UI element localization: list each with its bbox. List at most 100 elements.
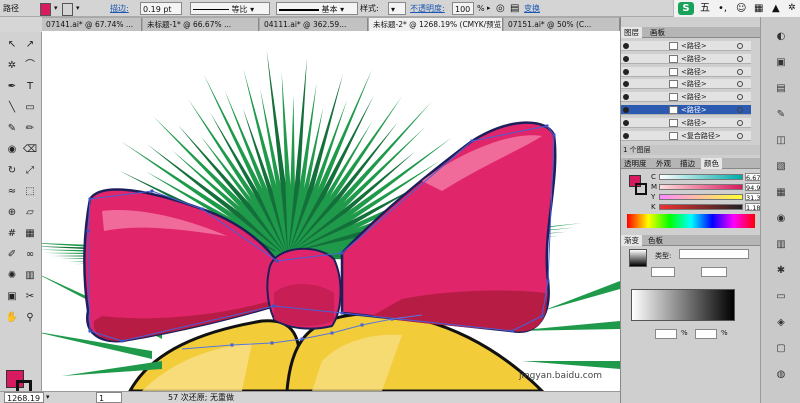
gradient-tool-icon[interactable]: ▦ bbox=[22, 227, 38, 241]
tab-document-5[interactable]: 07151.ai* @ 50% (C... bbox=[504, 18, 620, 31]
hand-tool-icon[interactable]: ✋ bbox=[4, 311, 20, 325]
anchor-point[interactable] bbox=[552, 133, 556, 137]
stroke-dropdown-icon[interactable]: ▾ bbox=[76, 2, 80, 15]
channel-slider[interactable] bbox=[659, 204, 743, 210]
anchor-point[interactable] bbox=[340, 311, 344, 315]
ime-punct[interactable]: •, bbox=[718, 2, 727, 15]
direct-selection-tool-icon[interactable]: ↗ bbox=[22, 38, 38, 52]
anchor-point[interactable] bbox=[88, 329, 92, 333]
visibility-eye-icon[interactable] bbox=[623, 119, 629, 126]
gradient-type-dropdown[interactable] bbox=[679, 249, 749, 259]
tab-swatches[interactable]: 色板 bbox=[645, 235, 666, 246]
anchor-point[interactable] bbox=[340, 251, 344, 255]
layer-row[interactable]: <路径> bbox=[621, 79, 751, 90]
color-stroke-swatch[interactable] bbox=[635, 183, 647, 195]
panel-shortcut-icon[interactable]: ◫ bbox=[773, 133, 789, 149]
layer-row[interactable]: <路径> bbox=[621, 41, 751, 51]
target-circle-icon[interactable] bbox=[737, 68, 743, 75]
slice-tool-icon[interactable]: ✂ bbox=[22, 290, 38, 304]
anchor-point[interactable] bbox=[150, 189, 154, 193]
fill-swatch[interactable] bbox=[40, 3, 51, 16]
visibility-eye-icon[interactable] bbox=[623, 132, 629, 139]
layer-row[interactable]: <复合路径> bbox=[621, 130, 751, 141]
gradient-slider[interactable] bbox=[631, 289, 735, 321]
channel-value[interactable]: 6.67 bbox=[745, 173, 761, 182]
artboard-canvas[interactable]: jingyan.baidu.com bbox=[42, 31, 620, 391]
anchor-point[interactable] bbox=[510, 329, 514, 333]
stroke-weight-field[interactable]: 0.19 pt bbox=[140, 2, 182, 15]
tab-document-3[interactable]: 04111.ai* @ 362.59... bbox=[260, 18, 368, 31]
eraser-tool-icon[interactable]: ⌫ bbox=[22, 143, 38, 157]
eyedropper-tool-icon[interactable]: ✐ bbox=[4, 248, 20, 262]
tab-layers[interactable]: 图层 bbox=[621, 27, 642, 38]
opacity-field[interactable]: 100 bbox=[452, 2, 474, 15]
panel-shortcut-icon[interactable]: ✱ bbox=[773, 263, 789, 279]
visibility-eye-icon[interactable] bbox=[623, 107, 629, 113]
free-transform-tool-icon[interactable]: ⬚ bbox=[22, 185, 38, 199]
blob-brush-tool-icon[interactable]: ◉ bbox=[4, 143, 20, 157]
gradient-preview[interactable] bbox=[629, 249, 647, 267]
tab-document-4[interactable]: 未标题-2* @ 1268.19% (CMYK/预览) bbox=[369, 18, 503, 31]
channel-value[interactable]: 1.18 bbox=[745, 203, 761, 212]
zoom-field[interactable]: 1268.19 bbox=[4, 392, 44, 403]
anchor-point[interactable] bbox=[545, 124, 549, 128]
panel-shortcut-icon[interactable]: ▧ bbox=[773, 159, 789, 175]
channel-slider[interactable] bbox=[659, 184, 743, 190]
anchor-point[interactable] bbox=[470, 139, 474, 143]
anchor-point[interactable] bbox=[86, 229, 90, 233]
anchor-point[interactable] bbox=[275, 259, 279, 263]
panel-shortcut-icon[interactable]: ▥ bbox=[773, 237, 789, 253]
anchor-point[interactable] bbox=[88, 197, 92, 201]
panel-shortcut-icon[interactable]: ✎ bbox=[773, 107, 789, 123]
target-circle-icon[interactable] bbox=[737, 132, 743, 139]
ime-logo-icon[interactable]: S bbox=[678, 2, 694, 15]
smile-icon[interactable]: ☺ bbox=[736, 2, 746, 15]
rectangle-tool-icon[interactable]: ▭ bbox=[22, 101, 38, 115]
perspective-tool-icon[interactable]: ▱ bbox=[22, 206, 38, 220]
color-spectrum[interactable] bbox=[627, 214, 755, 228]
panel-shortcut-icon[interactable]: ◈ bbox=[773, 315, 789, 331]
symbol-sprayer-tool-icon[interactable]: ✺ bbox=[4, 269, 20, 283]
blend-tool-icon[interactable]: ∞ bbox=[22, 248, 38, 262]
tab-transparency[interactable]: 透明度 bbox=[621, 158, 650, 169]
artboard-tool-icon[interactable]: ▣ bbox=[4, 290, 20, 304]
visibility-eye-icon[interactable] bbox=[623, 81, 629, 88]
settings-icon[interactable]: ✲ bbox=[788, 2, 796, 15]
ime-mode[interactable]: 五 bbox=[700, 2, 710, 15]
brush-definition[interactable]: 基本 ▾ bbox=[276, 2, 358, 15]
opacity-arrow-icon[interactable]: ▸ bbox=[487, 2, 491, 15]
stroke-label[interactable]: 描边: bbox=[110, 2, 129, 15]
panel-shortcut-icon[interactable]: ▭ bbox=[773, 289, 789, 305]
recolor-icon[interactable]: ◎ bbox=[496, 2, 505, 15]
tab-color[interactable]: 颜色 bbox=[701, 158, 722, 169]
target-circle-icon[interactable] bbox=[737, 43, 743, 49]
channel-slider[interactable] bbox=[659, 174, 743, 180]
panel-shortcut-icon[interactable]: ▢ bbox=[773, 341, 789, 357]
panel-shortcut-icon[interactable]: ▦ bbox=[773, 185, 789, 201]
lasso-tool-icon[interactable]: ⌒ bbox=[22, 59, 38, 73]
line-tool-icon[interactable]: ╲ bbox=[4, 101, 20, 115]
panel-shortcut-icon[interactable]: ◐ bbox=[773, 29, 789, 45]
gradient-aspect-field[interactable] bbox=[701, 267, 727, 277]
anchor-point[interactable] bbox=[120, 339, 124, 343]
rotate-tool-icon[interactable]: ↻ bbox=[4, 164, 20, 178]
channel-value[interactable]: 31.37 bbox=[745, 193, 765, 202]
opacity-label[interactable]: 不透明度: bbox=[410, 2, 445, 15]
scale-tool-icon[interactable]: ⤢ bbox=[22, 164, 38, 178]
pen-tool-icon[interactable]: ✒ bbox=[4, 80, 20, 94]
selection-tool-icon[interactable]: ↖ bbox=[4, 38, 20, 52]
visibility-eye-icon[interactable] bbox=[623, 43, 629, 49]
warp-tool-icon[interactable]: ≈ bbox=[4, 185, 20, 199]
gradient-angle-field[interactable] bbox=[651, 267, 675, 277]
shirt-icon[interactable]: ▲ bbox=[772, 2, 780, 15]
grid-icon[interactable]: ▦ bbox=[754, 2, 763, 15]
anchor-point[interactable] bbox=[272, 304, 276, 308]
target-circle-icon[interactable] bbox=[737, 81, 743, 88]
layer-row[interactable]: <路径> bbox=[621, 53, 751, 64]
panel-shortcut-icon[interactable]: ▣ bbox=[773, 55, 789, 71]
variable-width-profile[interactable]: 等比 ▾ bbox=[190, 2, 270, 15]
layer-row[interactable]: <路径> bbox=[621, 105, 751, 115]
gradient-opacity-field[interactable] bbox=[655, 329, 677, 339]
layer-row[interactable]: <路径> bbox=[621, 92, 751, 103]
shape-builder-tool-icon[interactable]: ⊕ bbox=[4, 206, 20, 220]
